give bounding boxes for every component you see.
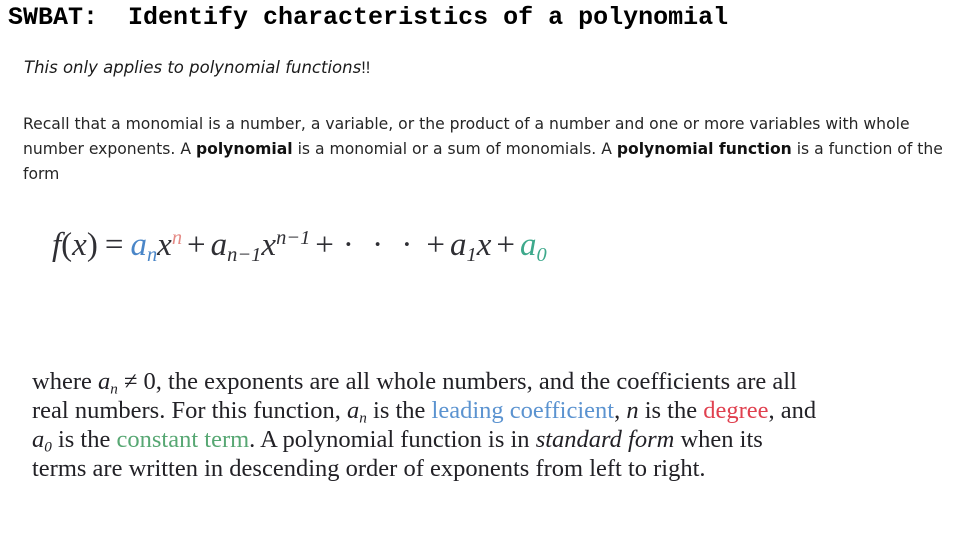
explain-text-5: is the — [638, 396, 704, 424]
term-leading-coefficient: leading coefficient — [431, 396, 615, 424]
subtitle-italic-text: This only applies to polynomial function… — [24, 58, 362, 77]
explain-a-n-subscript: n — [110, 379, 118, 397]
explain-a-n-subscript-2: n — [359, 408, 367, 426]
formula-plus-4: + — [496, 227, 516, 263]
explain-text-4: , — [614, 396, 627, 424]
explain-n-variable: n — [626, 396, 639, 424]
formula-term2-a: a — [210, 227, 228, 263]
polynomial-formula: f(x) = anxn + an−1xn−1 + · · · + a1x + a0 — [52, 224, 547, 266]
formula-leading-coefficient-a: a — [130, 227, 147, 263]
definition-paragraph: Recall that a monomial is a number, a va… — [23, 112, 948, 187]
term-polynomial: polynomial — [195, 139, 293, 158]
explain-text-6: , and — [768, 396, 817, 424]
formula-term2-subscript: n−1 — [227, 244, 262, 267]
formula-term3-a: a — [450, 227, 467, 263]
formula-paren-close: ) — [86, 227, 98, 263]
formula-constant-term-subscript: 0 — [536, 244, 547, 267]
explain-a-0-subscript: 0 — [44, 437, 52, 455]
subtitle-note: This only applies to polynomial function… — [24, 57, 370, 79]
formula-equals: = — [104, 227, 124, 263]
explain-a-n-variable: a — [97, 367, 111, 395]
formula-term2-x: x — [261, 227, 277, 263]
explain-text-7: is the — [51, 425, 117, 453]
explain-text-8: . A polynomial function is in — [249, 425, 536, 453]
formula-plus-2: + — [315, 227, 334, 263]
formula-constant-term-a: a — [520, 227, 537, 263]
formula-f: f — [52, 227, 62, 263]
term-polynomial-function: polynomial function — [616, 139, 792, 158]
formula-leading-coefficient-subscript: n — [146, 244, 158, 267]
term-standard-form: standard form — [535, 425, 675, 453]
page-title: SWBAT: Identify characteristics of a pol… — [8, 3, 729, 32]
definition-text-part-2: is a monomial or a sum of monomials. A — [292, 139, 617, 158]
formula-paren-open: ( — [61, 227, 73, 263]
formula-ellipsis: · · · — [342, 227, 418, 263]
formula-term1-x: x — [157, 227, 172, 263]
formula-plus-3: + — [426, 227, 446, 263]
term-constant-term: constant term — [116, 425, 250, 453]
slide-canvas: SWBAT: Identify characteristics of a pol… — [0, 0, 960, 540]
formula-degree-exponent: n — [171, 226, 183, 249]
explain-text-3: is the — [366, 396, 432, 424]
formula-term2-exponent: n−1 — [276, 226, 311, 249]
formula-plus-1: + — [187, 227, 206, 263]
formula-term3-x: x — [476, 227, 492, 263]
explain-a-0-variable: a — [32, 425, 45, 453]
explain-text-1: where — [32, 367, 98, 395]
term-degree: degree — [703, 396, 769, 424]
formula-x-arg: x — [72, 227, 87, 263]
explain-a-n-variable-2: a — [347, 396, 360, 424]
subtitle-exclamations: !! — [361, 59, 371, 77]
explanation-paragraph: where an ≠ 0, the exponents are all whol… — [32, 367, 822, 483]
formula-term3-subscript: 1 — [466, 244, 477, 267]
